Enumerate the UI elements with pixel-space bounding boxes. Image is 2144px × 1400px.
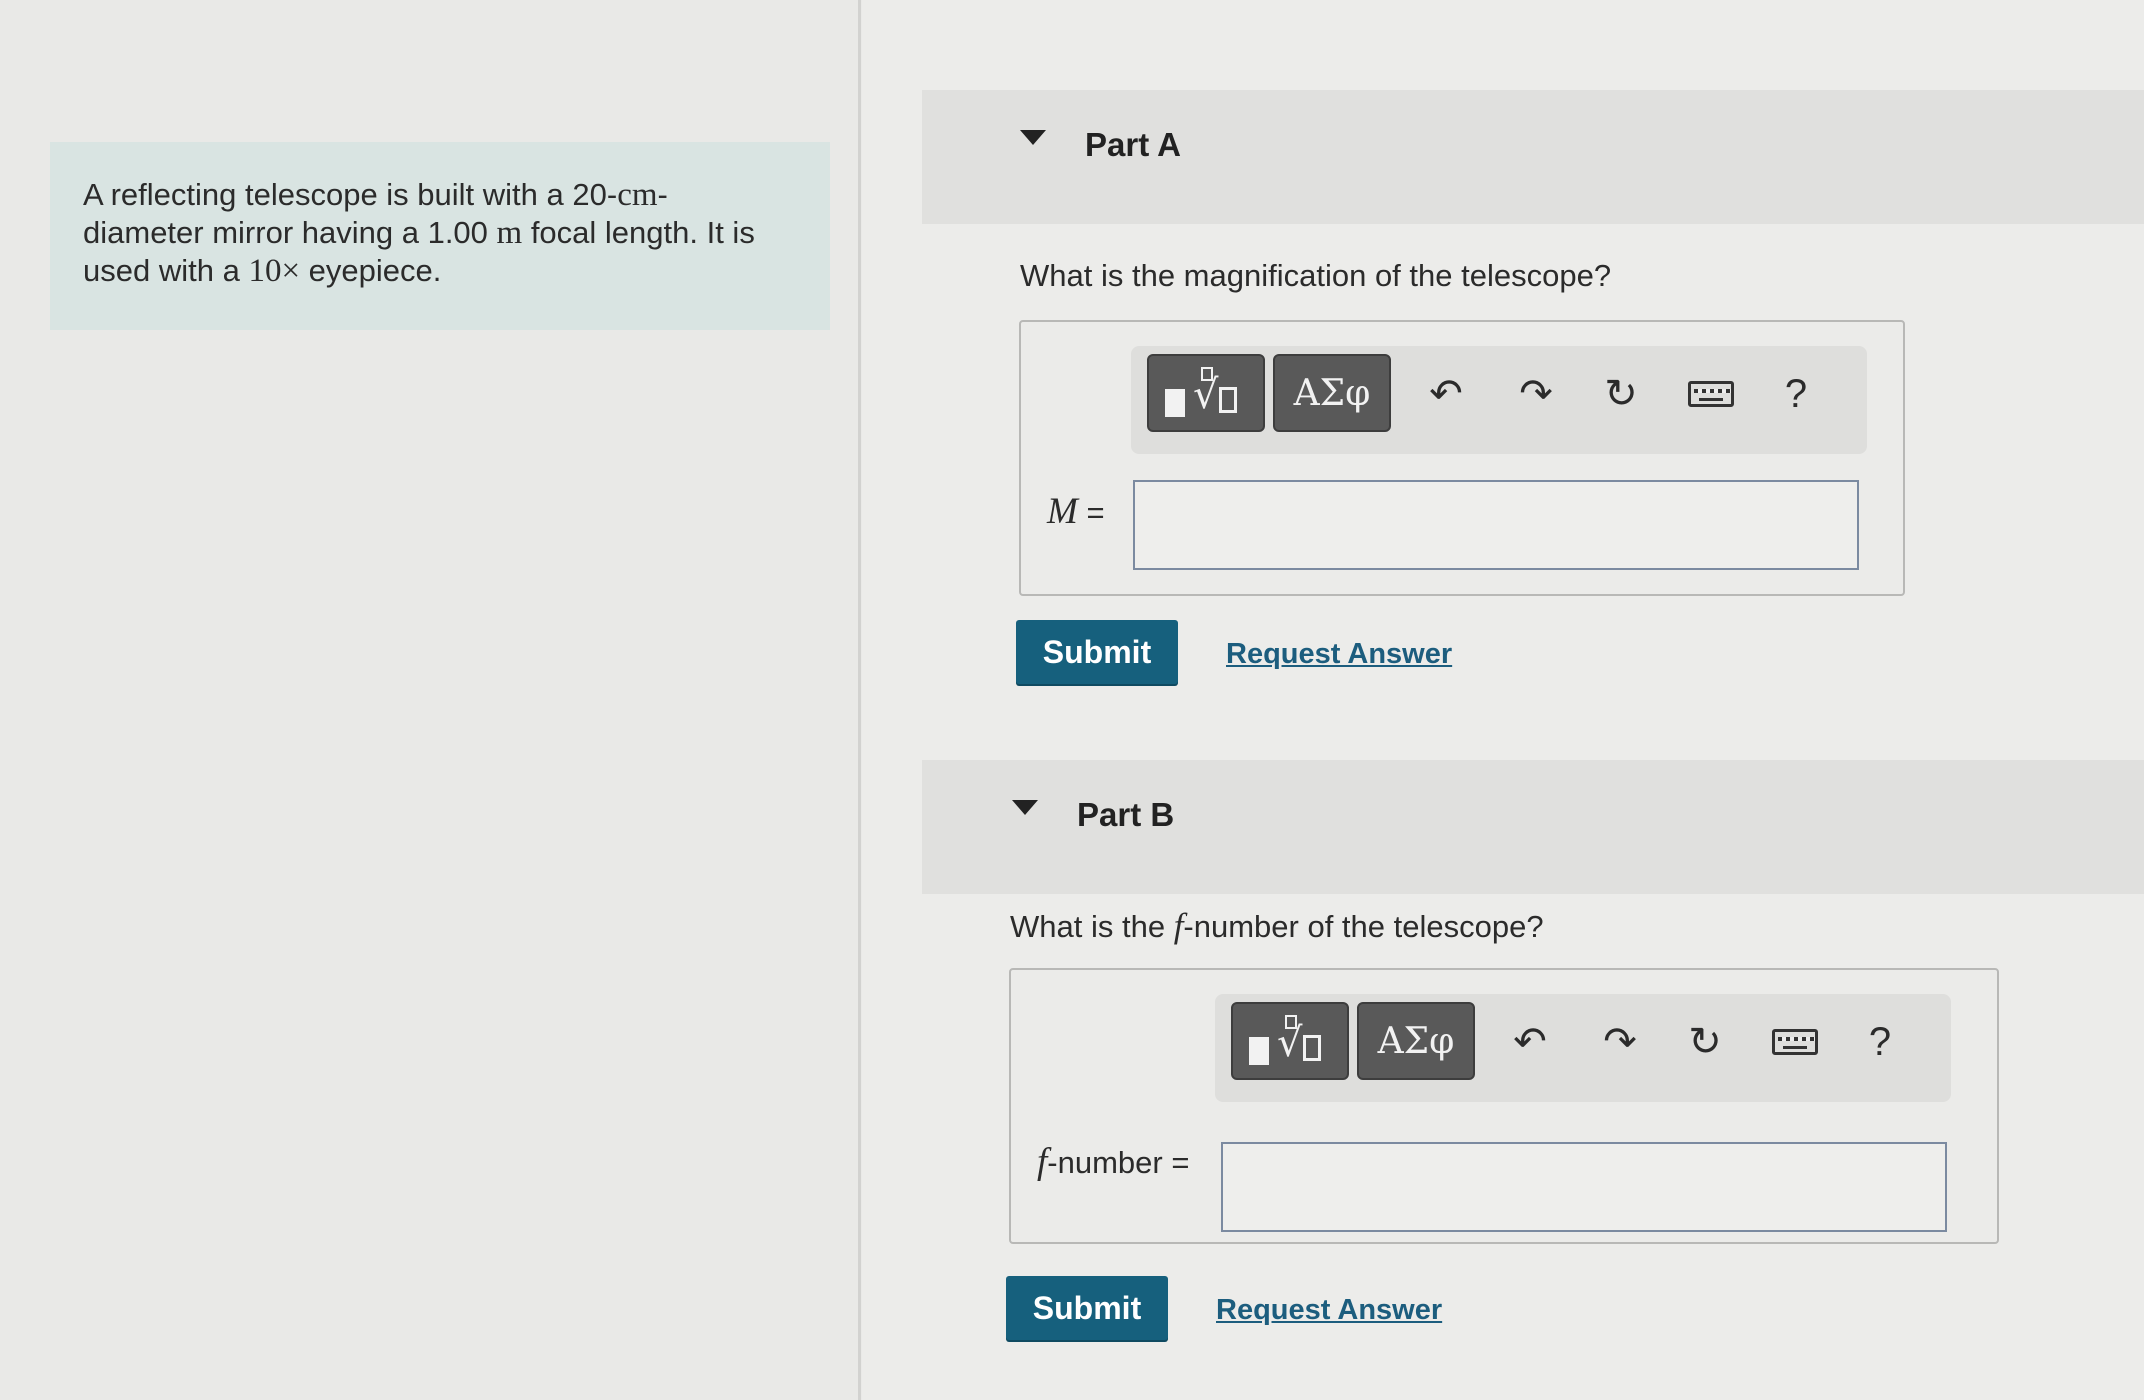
part-b-question-start: What is the bbox=[1010, 909, 1174, 944]
collapse-caret-icon[interactable] bbox=[1020, 130, 1046, 145]
part-a-variable: M bbox=[1047, 491, 1078, 532]
part-b-variable: f bbox=[1037, 1141, 1048, 1182]
keyboard-icon[interactable] bbox=[1765, 1012, 1825, 1072]
redo-icon[interactable]: ↷ bbox=[1506, 364, 1566, 424]
part-b-header[interactable]: Part B bbox=[922, 760, 2144, 894]
problem-text-1: A reflecting telescope is built with a 2… bbox=[83, 177, 618, 212]
part-a-math-toolbar: √ ΑΣφ ↶ ↷ ↻ ? bbox=[1131, 346, 1867, 454]
part-a-answer-label: M = bbox=[1047, 490, 1105, 533]
greek-letters-button[interactable]: ΑΣφ bbox=[1357, 1002, 1475, 1080]
part-b-title: Part B bbox=[1077, 796, 1175, 833]
part-a-request-answer-link[interactable]: Request Answer bbox=[1226, 638, 1452, 671]
templates-icon: √ bbox=[1245, 1013, 1335, 1069]
reset-icon[interactable]: ↻ bbox=[1591, 364, 1651, 424]
problem-unit-m: m bbox=[496, 215, 523, 251]
problem-statement: A reflecting telescope is built with a 2… bbox=[50, 142, 830, 330]
part-b-question: What is the f-number of the telescope? bbox=[1010, 906, 1544, 946]
left-pane: A reflecting telescope is built with a 2… bbox=[0, 0, 862, 1400]
part-a-submit-button[interactable]: Submit bbox=[1016, 620, 1178, 684]
part-a-question: What is the magnification of the telesco… bbox=[1020, 258, 1612, 293]
pane-divider[interactable] bbox=[858, 0, 861, 1400]
reset-icon[interactable]: ↻ bbox=[1675, 1012, 1735, 1072]
part-b-answer-label: f-number = bbox=[1037, 1140, 1189, 1183]
problem-text-4: eyepiece. bbox=[300, 253, 442, 288]
templates-button[interactable]: √ bbox=[1147, 354, 1265, 432]
templates-icon: √ bbox=[1161, 365, 1251, 421]
part-b-question-var: f bbox=[1173, 906, 1184, 945]
help-icon[interactable]: ? bbox=[1850, 1012, 1910, 1072]
part-b-answer-input[interactable] bbox=[1221, 1142, 1947, 1232]
part-a-equals: = bbox=[1077, 495, 1105, 530]
part-b-submit-button[interactable]: Submit bbox=[1006, 1276, 1168, 1340]
templates-button[interactable]: √ bbox=[1231, 1002, 1349, 1080]
problem-magnification: 10× bbox=[248, 253, 301, 289]
part-a-answer-input[interactable] bbox=[1133, 480, 1859, 570]
part-b-request-answer-link[interactable]: Request Answer bbox=[1216, 1294, 1442, 1327]
undo-icon[interactable]: ↶ bbox=[1500, 1012, 1560, 1072]
right-pane: Part A What is the magnification of the … bbox=[862, 0, 2144, 1400]
part-b-question-end: -number of the telescope? bbox=[1183, 909, 1544, 944]
undo-icon[interactable]: ↶ bbox=[1416, 364, 1476, 424]
problem-unit-cm: cm bbox=[617, 177, 658, 213]
help-icon[interactable]: ? bbox=[1766, 364, 1826, 424]
collapse-caret-icon[interactable] bbox=[1012, 800, 1038, 815]
redo-icon[interactable]: ↷ bbox=[1590, 1012, 1650, 1072]
part-b-label-suffix: -number = bbox=[1047, 1145, 1190, 1180]
part-b-answer-box: √ ΑΣφ ↶ ↷ ↻ ? f-number = bbox=[1009, 968, 1999, 1244]
part-a-answer-box: √ ΑΣφ ↶ ↷ ↻ ? M = bbox=[1019, 320, 1905, 596]
part-a-header[interactable]: Part A bbox=[922, 90, 2144, 224]
keyboard-icon[interactable] bbox=[1681, 364, 1741, 424]
part-b-math-toolbar: √ ΑΣφ ↶ ↷ ↻ ? bbox=[1215, 994, 1951, 1102]
greek-letters-button[interactable]: ΑΣφ bbox=[1273, 354, 1391, 432]
part-a-title: Part A bbox=[1085, 126, 1181, 163]
